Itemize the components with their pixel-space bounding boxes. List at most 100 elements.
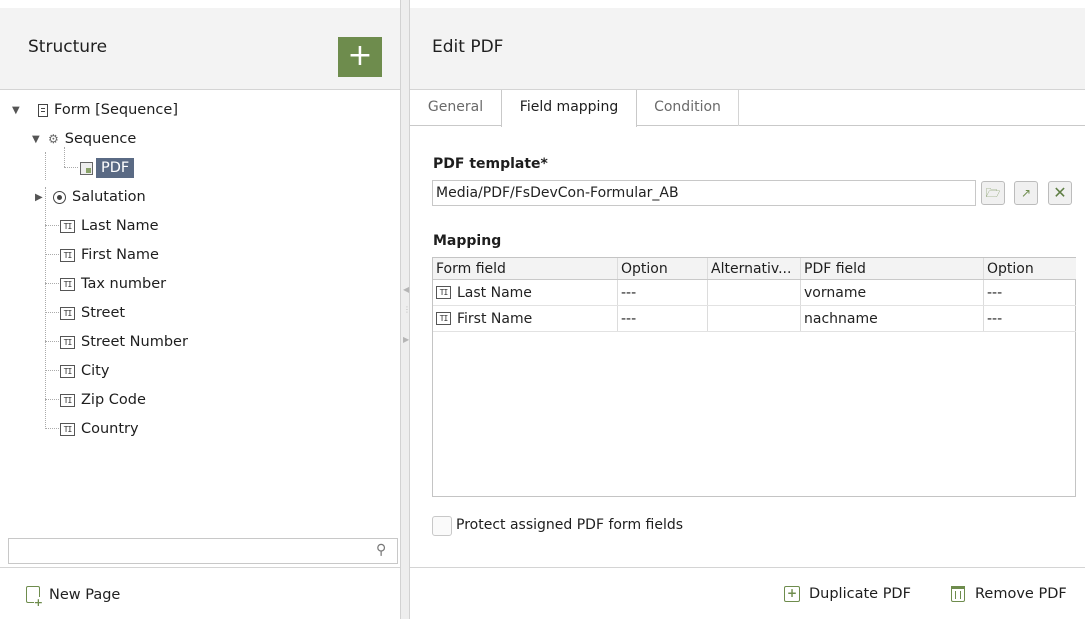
expand-arrow-icon[interactable]: ▼ (12, 105, 26, 116)
trash-icon (951, 586, 965, 602)
tree-item-label: Sequence (64, 131, 137, 147)
text-field-icon: TI (60, 277, 75, 291)
tree-item-label: Street (81, 305, 126, 321)
protect-fields-label: Protect assigned PDF form fields (456, 517, 684, 533)
pdf-option-cell[interactable]: --- (984, 306, 1076, 331)
edit-title: Edit PDF (432, 37, 504, 57)
tab-general[interactable]: General (410, 90, 502, 126)
tree-item-pdf[interactable]: PDF (80, 155, 135, 181)
tree-item-street[interactable]: TI Street (60, 300, 125, 326)
mapping-table: Form field Option Alternativ... PDF fiel… (432, 257, 1076, 497)
column-header-pdf-option[interactable]: Option (984, 258, 1076, 279)
pdf-field-cell[interactable]: nachname (801, 306, 984, 331)
tree-item-label: Zip Code (81, 392, 146, 408)
new-page-button[interactable]: New Page (26, 586, 121, 608)
structure-header: Structure + (0, 8, 400, 90)
text-field-icon: TI (60, 364, 75, 378)
tree-item-label: Tax number (81, 276, 167, 292)
tree-item-country[interactable]: TI Country (60, 416, 139, 442)
structure-tree: ▼ Form [Sequence] ▼ ⚙ Sequence PDF ▶ Sal… (0, 92, 400, 532)
column-header-form-field[interactable]: Form field (433, 258, 618, 279)
tree-item-sequence[interactable]: ▼ ⚙ Sequence (32, 126, 136, 152)
tree-item-label: Form [Sequence] (54, 102, 178, 118)
alternative-cell[interactable] (708, 306, 801, 331)
form-field-value: First Name (457, 310, 533, 327)
structure-title: Structure (28, 37, 108, 57)
edit-footer: + Duplicate PDF Remove PDF (410, 567, 1085, 619)
form-field-cell[interactable]: TI Last Name (433, 280, 618, 305)
pdf-template-label: PDF template* (433, 156, 548, 172)
protect-fields-checkbox[interactable] (432, 516, 452, 536)
option-cell[interactable]: --- (618, 280, 708, 305)
text-field-icon: TI (60, 306, 75, 320)
new-page-icon (26, 586, 43, 608)
tree-item-city[interactable]: TI City (60, 358, 109, 384)
tree-item-last-name[interactable]: TI Last Name (60, 213, 159, 239)
tree-item-first-name[interactable]: TI First Name (60, 242, 159, 268)
table-row[interactable]: TI Last Name --- vorname --- (433, 280, 1076, 306)
text-field-icon: TI (60, 393, 75, 407)
tree-item-label: Country (81, 421, 139, 437)
pdf-field-cell[interactable]: vorname (801, 280, 984, 305)
tree-item-street-number[interactable]: TI Street Number (60, 329, 188, 355)
tab-condition[interactable]: Condition (637, 90, 739, 126)
tree-item-tax-number[interactable]: TI Tax number (60, 271, 166, 297)
column-header-alternative[interactable]: Alternativ... (708, 258, 801, 279)
new-page-label: New Page (49, 586, 121, 603)
duplicate-pdf-button[interactable]: + Duplicate PDF (784, 586, 911, 602)
remove-pdf-label: Remove PDF (975, 586, 1067, 602)
expand-arrow-icon[interactable]: ▼ (32, 134, 46, 145)
clear-template-button[interactable]: ✕ (1048, 181, 1072, 205)
search-icon: ⚲ (376, 542, 387, 558)
remove-pdf-button[interactable]: Remove PDF (951, 586, 1067, 602)
structure-footer: New Page (0, 567, 400, 619)
add-element-button[interactable]: + (338, 37, 382, 77)
pdf-option-cell[interactable]: --- (984, 280, 1076, 305)
alternative-cell[interactable] (708, 280, 801, 305)
sequence-icon: ⚙ (48, 132, 59, 146)
tree-item-zip-code[interactable]: TI Zip Code (60, 387, 146, 413)
option-cell[interactable]: --- (618, 306, 708, 331)
expand-arrow-icon[interactable]: ▶ (35, 192, 47, 203)
close-icon: ✕ (1053, 183, 1067, 202)
table-header-row: Form field Option Alternativ... PDF fiel… (433, 258, 1076, 280)
folder-open-icon: 🗁 (985, 186, 1001, 200)
collapse-left-icon: ◀ (403, 285, 410, 294)
text-field-icon: TI (436, 312, 451, 325)
tree-item-label: First Name (81, 247, 159, 263)
tree-item-label: PDF (96, 158, 135, 178)
tree-item-label: Last Name (81, 218, 159, 234)
tree-item-label: Salutation (72, 189, 146, 205)
text-field-icon: TI (60, 335, 75, 349)
text-field-icon: TI (436, 286, 451, 299)
text-field-icon: TI (60, 422, 75, 436)
edit-header: Edit PDF (410, 8, 1085, 90)
collapse-right-icon: ▶ (403, 335, 410, 344)
jump-to-icon: ↗ (1020, 186, 1032, 200)
radio-icon (53, 190, 66, 204)
pdf-template-input[interactable]: Media/PDF/FsDevCon-Formular_AB (432, 180, 976, 206)
text-field-icon: TI (60, 248, 75, 262)
column-header-option[interactable]: Option (618, 258, 708, 279)
table-row[interactable]: TI First Name --- nachname --- (433, 306, 1076, 332)
tree-search-input[interactable] (8, 538, 398, 564)
duplicate-icon: + (784, 586, 800, 602)
structure-panel: Structure + ▼ Form [Sequence] ▼ ⚙ Sequen… (0, 0, 400, 619)
edit-pdf-panel: Edit PDF General Field mapping Condition… (410, 0, 1085, 619)
column-header-pdf-field[interactable]: PDF field (801, 258, 984, 279)
panel-splitter[interactable]: ◀ ⋮ ▶ (400, 0, 411, 619)
tree-item-form[interactable]: ▼ Form [Sequence] (12, 97, 178, 123)
form-icon (38, 103, 48, 117)
form-field-cell[interactable]: TI First Name (433, 306, 618, 331)
mapping-label: Mapping (433, 233, 502, 249)
open-template-button[interactable]: 🗁 (981, 181, 1005, 205)
pdf-icon (80, 161, 93, 175)
tree-item-label: City (81, 363, 110, 379)
form-field-value: Last Name (457, 284, 532, 301)
jump-to-template-button[interactable]: ↗ (1014, 181, 1038, 205)
text-field-icon: TI (60, 219, 75, 233)
tab-field-mapping[interactable]: Field mapping (501, 90, 637, 127)
tree-item-salutation[interactable]: ▶ Salutation (35, 184, 146, 210)
tree-item-label: Street Number (81, 334, 188, 350)
tab-bar: General Field mapping Condition (410, 90, 1085, 127)
